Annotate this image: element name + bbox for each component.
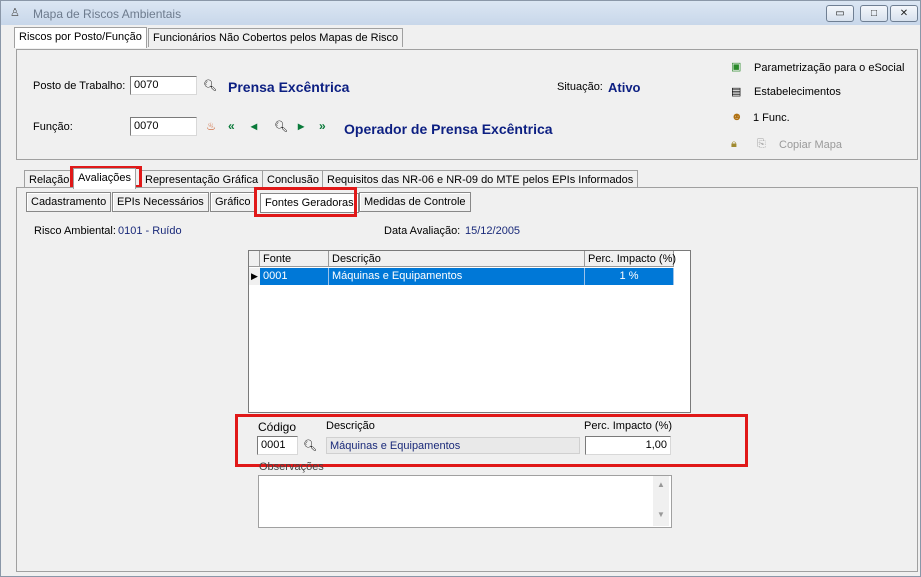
- funcao-name: Operador de Prensa Excêntrica: [344, 121, 553, 137]
- building-icon: ▤: [731, 86, 742, 98]
- observacoes-label: Observações: [259, 461, 324, 473]
- app-icon: ♙: [10, 7, 20, 19]
- funcao-code-input[interactable]: 0070: [130, 117, 197, 136]
- observacoes-textarea[interactable]: [258, 475, 672, 528]
- first-record-icon[interactable]: «: [228, 119, 235, 133]
- search-icon[interactable]: 🔍︎: [203, 79, 217, 93]
- scroll-down-icon[interactable]: ▼: [653, 510, 669, 519]
- close-icon: ✕: [899, 8, 909, 19]
- esocial-icon: ▣: [731, 61, 742, 73]
- grid-header-fonte[interactable]: Fonte: [260, 251, 329, 267]
- table-row-descricao[interactable]: Máquinas e Equipamentos: [329, 268, 585, 285]
- maximize-button[interactable]: □: [860, 5, 888, 22]
- scroll-up-icon[interactable]: ▲: [653, 480, 669, 489]
- next-record-icon[interactable]: ▸: [298, 119, 304, 133]
- posto-code-input[interactable]: 0070: [130, 76, 197, 95]
- data-avaliacao-value: 15/12/2005: [465, 225, 521, 237]
- subtab-cadastramento[interactable]: Cadastramento: [26, 192, 112, 212]
- tab-funcionarios-nao-cobertos[interactable]: Funcionários Não Cobertos pelos Mapas de…: [148, 28, 404, 47]
- grid-header-descricao[interactable]: Descrição: [329, 251, 585, 267]
- posto-label: Posto de Trabalho:: [33, 80, 126, 92]
- tab-riscos-por-posto[interactable]: Riscos por Posto/Função: [14, 27, 147, 48]
- window-title: Mapa de Riscos Ambientais: [33, 7, 182, 21]
- situacao-value: Ativo: [608, 80, 641, 95]
- subtab-medidas-controle[interactable]: Medidas de Controle: [359, 192, 471, 212]
- table-row-perc[interactable]: 1 %: [585, 268, 674, 285]
- close-button[interactable]: ✕: [890, 5, 918, 22]
- grid-header-perc[interactable]: Perc. Impacto (%): [585, 251, 676, 267]
- highlight-fontes-geradoras: [254, 187, 357, 217]
- copy-icon: ⎘: [757, 138, 766, 150]
- posto-name: Prensa Excêntrica: [228, 79, 350, 95]
- table-row-fonte[interactable]: 0001: [260, 268, 329, 285]
- people-icon: ☻: [731, 111, 743, 123]
- lock-icon: 🔒︎: [731, 138, 737, 150]
- fire-icon[interactable]: ♨: [205, 120, 217, 134]
- last-record-icon[interactable]: »: [319, 119, 326, 133]
- search-icon[interactable]: 🔍︎: [274, 120, 288, 134]
- copiar-mapa-button[interactable]: Copiar Mapa: [779, 139, 842, 151]
- tab-avaliacoes[interactable]: Avaliações: [73, 168, 136, 189]
- title-bar: ♙ Mapa de Riscos Ambientais ▭ □ ✕: [1, 1, 920, 25]
- risco-value: 0101 - Ruído: [118, 225, 182, 237]
- subtab-epis-necessarios[interactable]: EPIs Necessários: [112, 192, 209, 212]
- previous-record-icon[interactable]: ◂: [251, 119, 257, 133]
- minimize-button[interactable]: ▭: [826, 5, 854, 22]
- estabelecimentos-link[interactable]: Estabelecimentos: [754, 86, 841, 98]
- subtab-grafico[interactable]: Gráfico: [210, 192, 256, 212]
- maximize-icon: □: [870, 8, 878, 19]
- grid-indicator-header: [249, 251, 260, 267]
- funcao-label: Função:: [33, 121, 73, 133]
- observacoes-scrollbar[interactable]: ▲ ▼: [653, 476, 669, 526]
- situacao-label: Situação:: [557, 81, 603, 93]
- minimize-icon: ▭: [835, 8, 845, 19]
- fontes-grid[interactable]: Fonte Descrição Perc. Impacto (%) ▶ 0001…: [248, 250, 691, 413]
- funcionarios-link[interactable]: 1 Func.: [753, 112, 790, 124]
- esocial-link[interactable]: Parametrização para o eSocial: [754, 62, 904, 74]
- risco-label: Risco Ambiental:: [34, 225, 116, 237]
- data-avaliacao-label: Data Avaliação:: [384, 225, 461, 237]
- highlight-form-fields: [235, 414, 748, 467]
